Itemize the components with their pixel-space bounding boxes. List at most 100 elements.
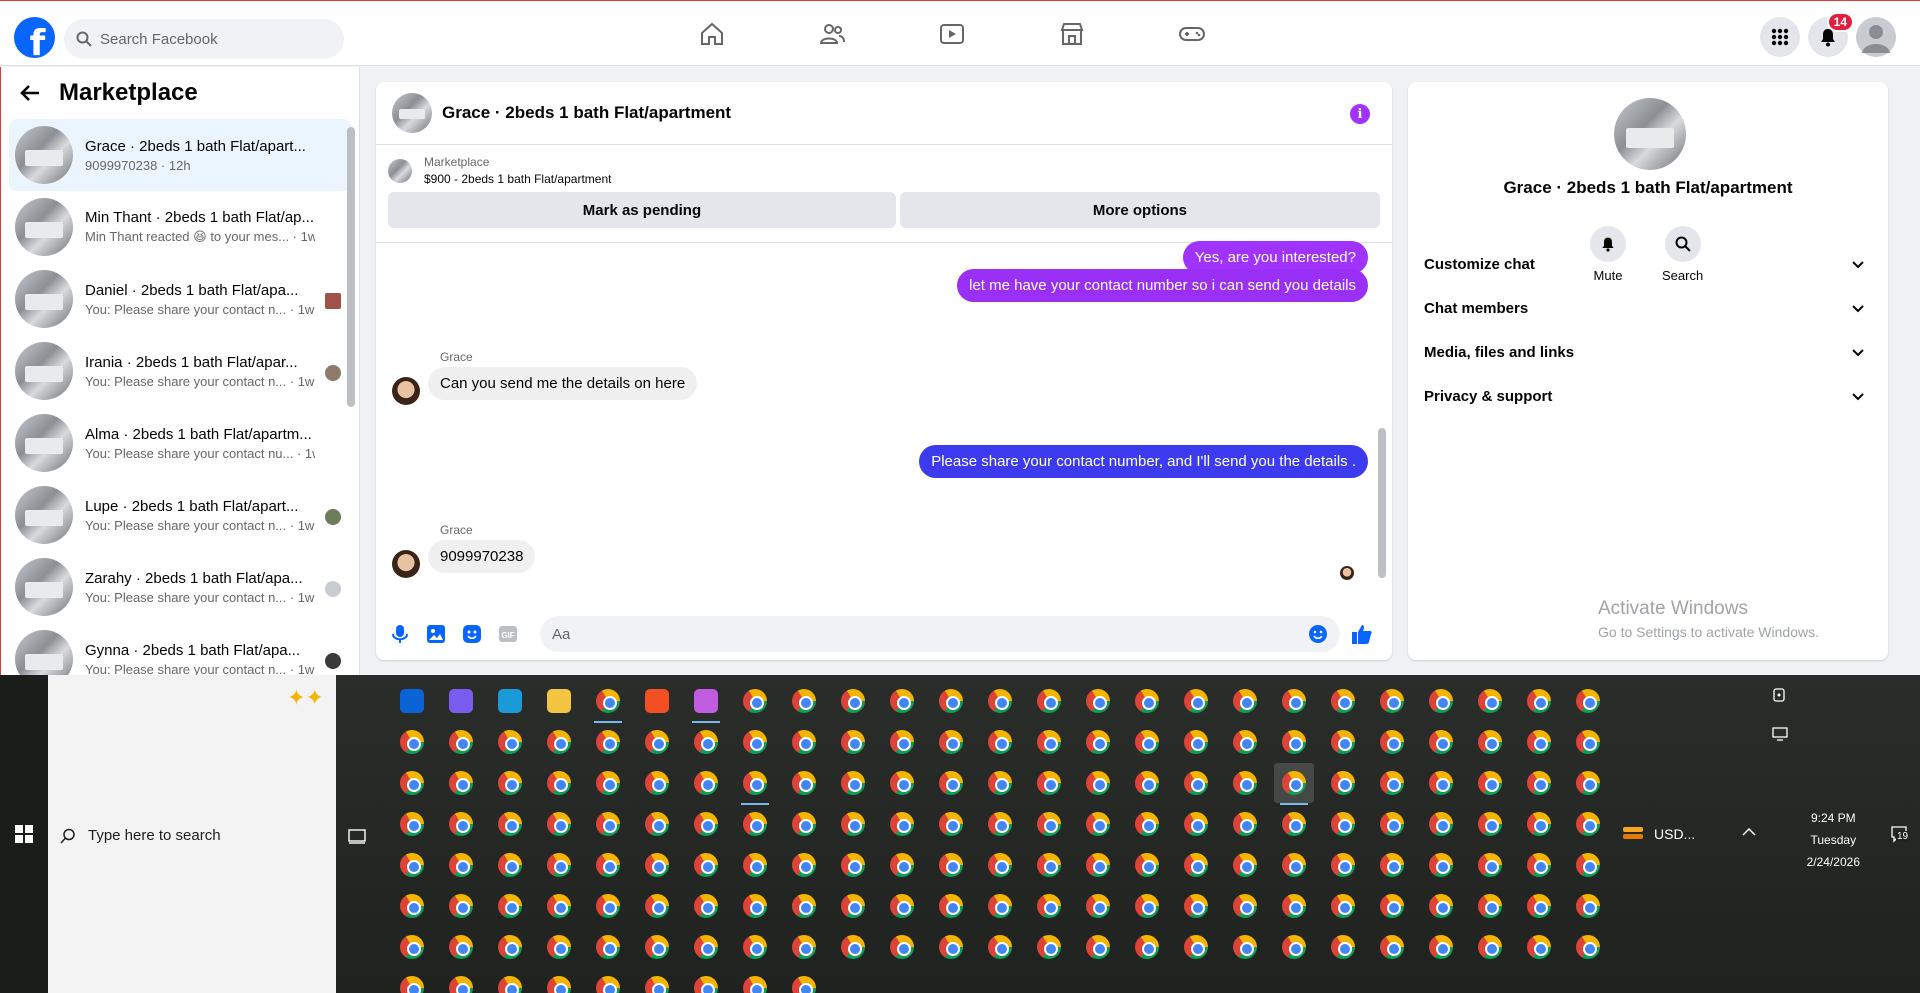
taskbar-clock[interactable]: 9:24 PM Tuesday 2/24/2026 [1807,807,1860,873]
chrome-taskbar-button[interactable] [1274,927,1314,967]
chrome-taskbar-button[interactable] [931,722,971,762]
facebook-logo-icon[interactable]: f [14,17,55,58]
chrome-taskbar-button[interactable] [1470,681,1510,721]
chrome-taskbar-button[interactable] [784,845,824,885]
chrome-taskbar-button[interactable] [882,886,922,926]
chrome-taskbar-button[interactable] [392,845,432,885]
search-input[interactable] [100,30,320,48]
chrome-taskbar-button[interactable] [686,968,726,993]
chrome-taskbar-button[interactable] [882,804,922,844]
chrome-taskbar-button[interactable] [490,722,530,762]
chrome-taskbar-button[interactable] [539,722,579,762]
chrome-taskbar-button[interactable] [931,845,971,885]
chrome-taskbar-button[interactable] [833,845,873,885]
chrome-taskbar-button[interactable] [686,722,726,762]
chrome-taskbar-button[interactable] [1421,886,1461,926]
chrome-taskbar-button[interactable] [833,804,873,844]
chrome-taskbar-button[interactable] [1421,681,1461,721]
chrome-taskbar-button[interactable] [1323,722,1363,762]
chrome-taskbar-button[interactable] [1323,681,1363,721]
chrome-taskbar-button[interactable] [980,804,1020,844]
notification-center-icon[interactable]: 19 [1890,825,1910,846]
chrome-taskbar-button[interactable] [1078,763,1118,803]
chrome-taskbar-button[interactable] [1029,845,1069,885]
chrome-taskbar-button[interactable] [686,763,726,803]
chrome-taskbar-button[interactable] [1372,722,1412,762]
taskbar-search-box[interactable]: ✦✦ Type here to search [48,675,336,993]
chrome-taskbar-button[interactable] [392,927,432,967]
chrome-taskbar-button[interactable] [539,763,579,803]
chrome-taskbar-button[interactable] [1274,763,1314,805]
chrome-taskbar-button[interactable] [588,927,628,967]
chrome-taskbar-button[interactable] [735,845,775,885]
chrome-taskbar-button[interactable] [490,927,530,967]
chrome-taskbar-button[interactable] [735,681,775,721]
chrome-taskbar-button[interactable] [931,804,971,844]
media-files-links-section[interactable]: Media, files and links [1424,332,1872,372]
chrome-taskbar-button[interactable] [1421,722,1461,762]
chrome-taskbar-button[interactable] [1078,845,1118,885]
chrome-taskbar-button[interactable] [1029,763,1069,803]
chrome-taskbar-button[interactable] [686,927,726,967]
chrome-taskbar-button[interactable] [1519,722,1559,762]
chrome-taskbar-button[interactable] [441,763,481,803]
chrome-taskbar-button[interactable] [1372,681,1412,721]
chrome-taskbar-button[interactable] [490,804,530,844]
chrome-taskbar-button[interactable] [1078,886,1118,926]
chrome-taskbar-button[interactable] [1029,886,1069,926]
chrome-taskbar-button[interactable] [441,722,481,762]
chrome-taskbar-button[interactable] [980,845,1020,885]
chrome-taskbar-button[interactable] [980,722,1020,762]
chrome-taskbar-button[interactable] [1519,763,1559,803]
chrome-taskbar-button[interactable] [1225,804,1265,844]
chrome-taskbar-button[interactable] [392,968,432,993]
chrome-taskbar-button[interactable] [735,763,775,805]
chrome-taskbar-button[interactable] [441,927,481,967]
chrome-taskbar-button[interactable] [1274,845,1314,885]
chrome-taskbar-button[interactable] [1323,845,1363,885]
chrome-taskbar-button[interactable] [784,927,824,967]
chrome-taskbar-button[interactable] [1421,804,1461,844]
chrome-taskbar-button[interactable] [490,763,530,803]
more-options-button[interactable]: More options [899,192,1380,228]
chrome-taskbar-button[interactable] [1372,804,1412,844]
chrome-taskbar-button[interactable] [588,681,628,723]
chrome-taskbar-button[interactable] [1127,927,1167,967]
chrome-taskbar-button[interactable] [980,763,1020,803]
notifications-bell-icon[interactable]: 14 [1808,12,1854,57]
chrome-taskbar-button[interactable] [637,763,677,803]
chrome-taskbar-button[interactable] [1176,927,1216,967]
privacy-support-section[interactable]: Privacy & support [1424,376,1872,416]
chrome-taskbar-button[interactable] [1029,722,1069,762]
photo-icon[interactable] [424,622,448,646]
chrome-taskbar-button[interactable] [686,804,726,844]
chrome-taskbar-button[interactable] [1470,804,1510,844]
file-explorer-taskbar-button[interactable] [539,681,579,721]
chrome-taskbar-button[interactable] [882,927,922,967]
chrome-taskbar-button[interactable] [1274,722,1314,762]
chrome-taskbar-button[interactable] [1176,722,1216,762]
chrome-taskbar-button[interactable] [1421,927,1461,967]
chrome-taskbar-button[interactable] [1225,722,1265,762]
chrome-taskbar-button[interactable] [1372,763,1412,803]
conversation-list-scrollbar[interactable] [347,127,355,407]
chrome-taskbar-button[interactable] [833,763,873,803]
conversation-item[interactable]: Irania · 2beds 1 bath Flat/apar... You: … [9,335,351,407]
chrome-taskbar-button[interactable] [1274,681,1314,721]
chrome-taskbar-button[interactable] [735,804,775,844]
chrome-taskbar-button[interactable] [784,804,824,844]
chrome-taskbar-button[interactable] [637,968,677,993]
marketplace-icon[interactable] [1012,9,1132,59]
chrome-taskbar-button[interactable] [1225,927,1265,967]
chrome-taskbar-button[interactable] [882,845,922,885]
chrome-taskbar-button[interactable] [833,722,873,762]
emoji-icon[interactable] [1306,622,1330,646]
chrome-taskbar-button[interactable] [882,681,922,721]
chrome-taskbar-button[interactable] [1078,927,1118,967]
chrome-taskbar-button[interactable] [588,804,628,844]
chrome-taskbar-button[interactable] [441,968,481,993]
chat-scrollbar[interactable] [1378,428,1386,578]
chrome-taskbar-button[interactable] [1274,886,1314,926]
chrome-taskbar-button[interactable] [490,845,530,885]
chrome-taskbar-button[interactable] [784,968,824,993]
